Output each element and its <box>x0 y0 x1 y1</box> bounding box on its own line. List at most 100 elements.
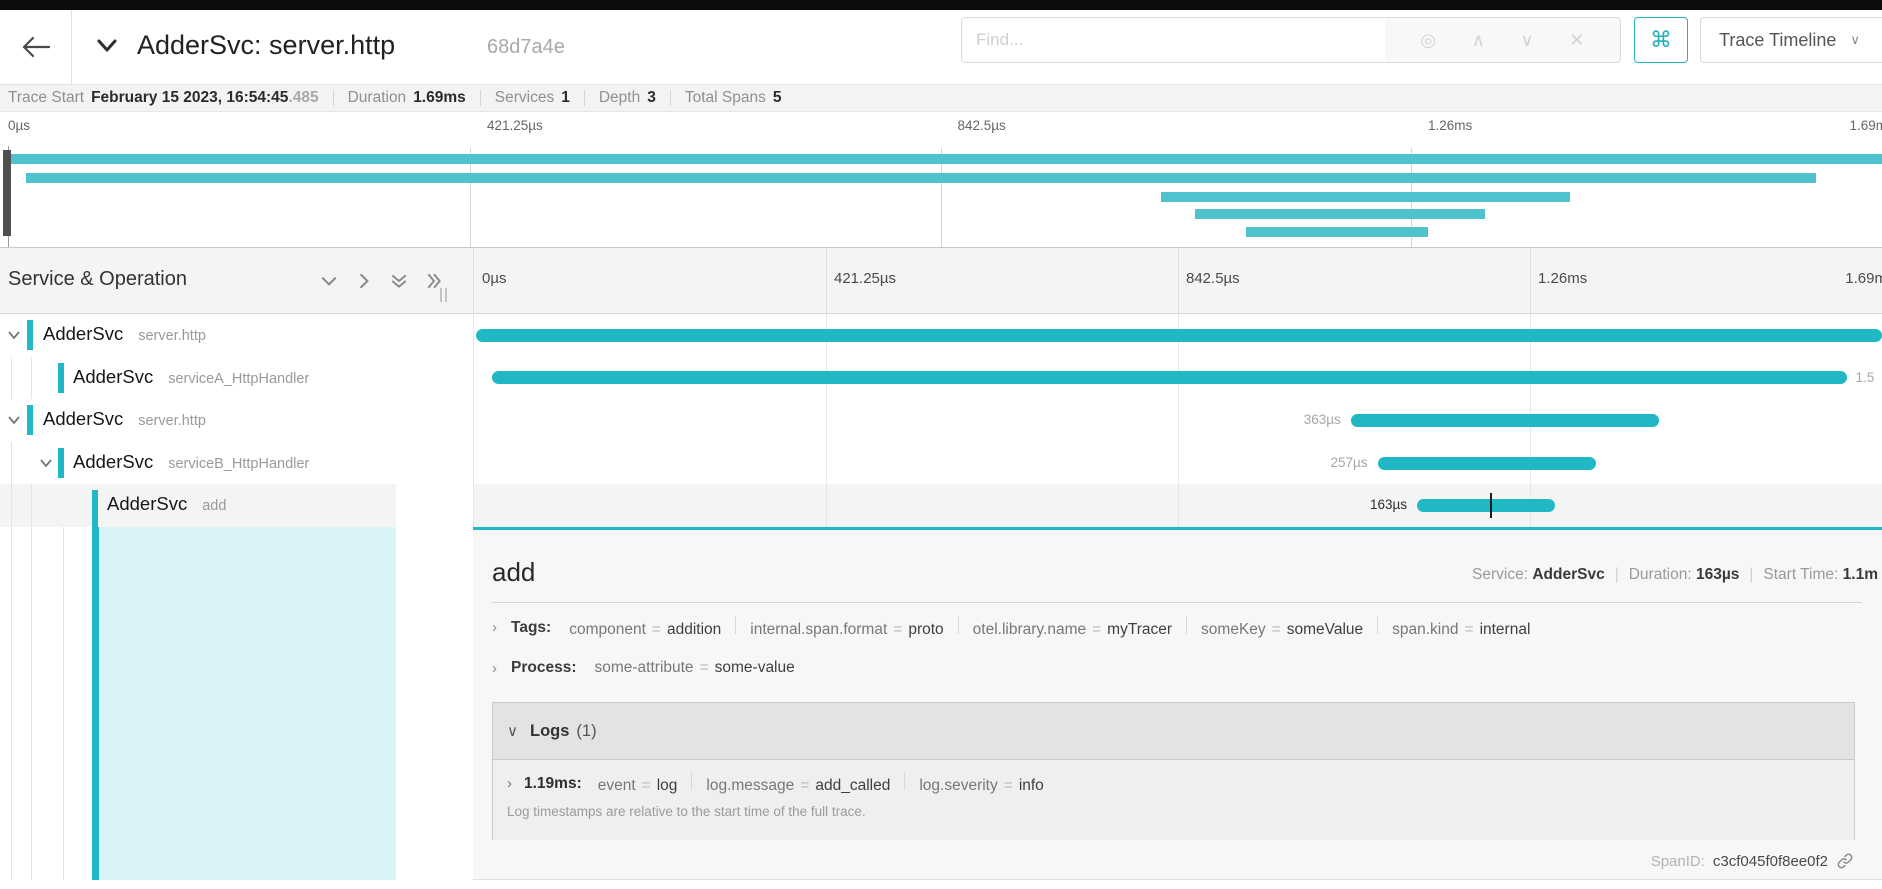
trace-minimap[interactable]: 0µs421.25µs842.5µs1.26ms1.69m <box>0 112 1882 248</box>
tag-field: log.severity=info <box>919 777 1043 794</box>
indent-guide <box>11 442 12 485</box>
span-bar[interactable] <box>1417 499 1555 512</box>
collapse-trace-chevron-icon[interactable] <box>94 32 120 58</box>
span-bar[interactable] <box>1378 457 1596 470</box>
prev-result-icon[interactable]: ∧ <box>1472 30 1485 51</box>
clear-search-icon[interactable]: ✕ <box>1569 30 1584 51</box>
chevron-right-icon: › <box>492 660 497 677</box>
spanid-label: SpanID: <box>1651 853 1705 870</box>
tag-value: log <box>657 777 678 794</box>
tag-key: internal.span.format <box>750 621 887 638</box>
keyboard-shortcuts-button[interactable]: ⌘ <box>1634 17 1688 63</box>
span-row[interactable]: AdderSvcadd163µs <box>0 484 1882 527</box>
tag-field: component=addition <box>569 621 721 638</box>
span-operation-name: server.http <box>138 413 206 429</box>
view-selector-label: Trace Timeline <box>1719 30 1836 51</box>
timeline-tick-label: 842.5µs <box>1178 270 1240 287</box>
tag-key: span.kind <box>1392 621 1458 638</box>
tag-key: someKey <box>1201 621 1266 638</box>
equals-sign: = <box>893 621 902 638</box>
meta-label: Trace Start <box>8 89 84 107</box>
span-duration-label: 363µs <box>1304 412 1351 427</box>
field-separator <box>904 772 905 790</box>
copy-link-icon[interactable] <box>1836 852 1854 870</box>
expander-chevron-icon[interactable] <box>38 455 54 476</box>
command-icon: ⌘ <box>1650 27 1672 53</box>
log-marker[interactable] <box>1490 493 1492 518</box>
span-row[interactable]: AdderSvcserver.http <box>0 314 1882 357</box>
meta-label: Depth <box>599 89 640 107</box>
process-accordion[interactable]: › Process: some-attribute=some-value <box>492 659 795 677</box>
service-value: AdderSvc <box>1532 566 1604 583</box>
span-service-name: AdderSvcserver.http <box>43 323 206 345</box>
chevron-down-icon: ∨ <box>507 722 518 740</box>
trace-timeline-page: AdderSvc: server.http 68d7a4e ◎ ∧ ∨ ✕ ⌘ … <box>0 0 1882 889</box>
span-row[interactable]: AdderSvcserviceB_HttpHandler257µs <box>0 442 1882 485</box>
meta-value: 5 <box>773 89 782 107</box>
next-result-icon[interactable]: ∨ <box>1520 30 1533 51</box>
locate-span-icon[interactable]: ◎ <box>1420 30 1436 51</box>
expander-chevron-icon[interactable] <box>6 412 22 433</box>
span-bar[interactable] <box>492 371 1847 384</box>
tag-field: event=log <box>598 777 678 794</box>
tag-field: log.message=add_called <box>706 777 890 794</box>
log-entry[interactable]: › 1.19ms: event=loglog.message=add_calle… <box>507 772 1044 795</box>
back-button[interactable] <box>0 10 72 85</box>
detail-span-meta: Service: AdderSvc|Duration: 163µs|Start … <box>1472 566 1878 584</box>
start-time-label: Start Time: <box>1763 566 1838 583</box>
logs-label: Logs <box>530 722 569 741</box>
detail-operation-title: add <box>492 557 535 588</box>
logs-accordion-header[interactable]: ∨ Logs (1) <box>493 703 1854 759</box>
span-row[interactable]: AdderSvcserver.http363µs <box>0 399 1882 442</box>
trace-meta-bar: Trace StartFebruary 15 2023, 16:54:45.48… <box>0 84 1882 112</box>
tag-key: some-attribute <box>594 659 693 676</box>
tag-value: some-value <box>715 659 795 676</box>
field-separator <box>735 616 736 634</box>
span-bar[interactable] <box>476 329 1882 342</box>
column-resizer[interactable] <box>440 288 450 302</box>
span-name-cell: AdderSvcserviceB_HttpHandler <box>0 442 396 485</box>
span-operation-name: server.http <box>138 328 206 344</box>
indent-guide <box>31 357 32 400</box>
equals-sign: = <box>1004 777 1013 794</box>
log-timestamp: 1.19ms: <box>524 775 582 793</box>
span-operation-name: add <box>202 498 226 514</box>
trace-page-header: AdderSvc: server.http 68d7a4e ◎ ∧ ∨ ✕ ⌘ … <box>0 10 1882 86</box>
span-color-bar <box>58 363 64 393</box>
equals-sign: = <box>1092 621 1101 638</box>
equals-sign: = <box>1272 621 1281 638</box>
expand-one-icon[interactable] <box>355 272 373 295</box>
tag-field: span.kind=internal <box>1392 621 1530 638</box>
minimap-scrubber-handle[interactable] <box>3 150 11 236</box>
span-row[interactable]: AdderSvcserviceA_HttpHandler1.5 <box>0 357 1882 400</box>
tag-key: event <box>598 777 636 794</box>
tags-fields: component=additioninternal.span.format=p… <box>569 616 1530 639</box>
chevron-right-icon: › <box>492 619 497 636</box>
tag-field: otel.library.name=myTracer <box>973 621 1172 638</box>
collapse-one-icon[interactable] <box>320 272 338 295</box>
tags-accordion[interactable]: › Tags: component=additioninternal.span.… <box>492 616 1530 639</box>
service-operation-header: Service & Operation <box>8 268 187 291</box>
meta-value: February 15 2023, 16:54:45 <box>91 89 288 107</box>
span-id-row: SpanID: c3cf045f0f8ee0f2 <box>1651 852 1854 870</box>
expander-chevron-icon[interactable] <box>6 327 22 348</box>
minimap-tick-label: 0µs <box>8 118 30 133</box>
selected-span-color-bar <box>92 527 99 880</box>
start-time-value: 1.1m <box>1843 566 1878 583</box>
span-color-bar <box>58 448 64 478</box>
trace-id-badge: 68d7a4e <box>487 36 565 59</box>
span-bar[interactable] <box>1351 414 1660 427</box>
equals-sign: = <box>800 777 809 794</box>
span-timeline-cell: 163µs <box>473 484 1882 527</box>
span-rows: AdderSvcserver.http AdderSvcserviceA_Http… <box>0 314 1882 527</box>
span-operation-name: serviceB_HttpHandler <box>168 456 309 472</box>
collapse-all-icon[interactable] <box>390 272 408 295</box>
timeline-tick-label: 1.26ms <box>1530 270 1587 287</box>
minimap-tick-label: 842.5µs <box>949 118 1005 133</box>
tag-value: myTracer <box>1107 621 1172 638</box>
timeline-tick-label: 1.69m <box>1845 270 1882 287</box>
view-selector-button[interactable]: Trace Timeline ∨ <box>1700 17 1882 63</box>
find-input[interactable] <box>962 18 1385 62</box>
detail-divider <box>492 602 1862 603</box>
service-label: Service: <box>1472 566 1528 583</box>
